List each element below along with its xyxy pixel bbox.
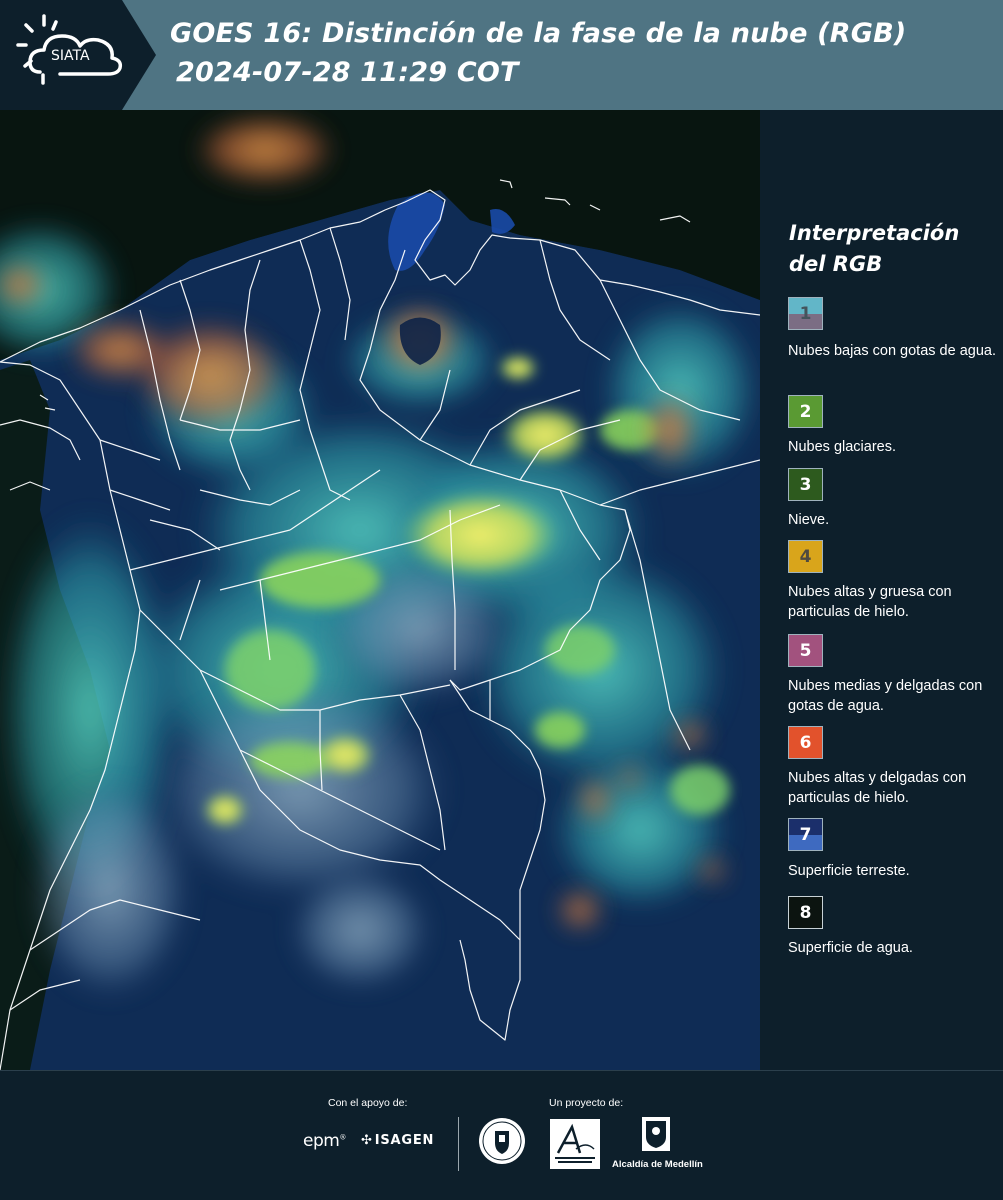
legend-swatch-4: 4 (788, 540, 823, 573)
epm-logo[interactable]: epm® (303, 1131, 346, 1151)
legend-swatch-3: 3 (788, 468, 823, 501)
legend-label-8: Superficie de agua. (788, 940, 913, 956)
legend-swatch-1: 1 (788, 297, 823, 330)
legend-panel: Interpretación del RGB 1 Nubes bajas con… (760, 110, 1003, 1070)
map-timestamp: 2024-07-28 11:29 COT (176, 57, 519, 88)
legend-label-1: Nubes bajas con gotas de agua. (788, 343, 996, 359)
project-label: Un proyecto de: (549, 1097, 624, 1109)
medellin-seal-icon[interactable] (478, 1117, 526, 1165)
siata-logo[interactable]: SIATA (0, 0, 156, 110)
footer: Con el apoyo de: Un proyecto de: epm® ✣ I… (0, 1070, 1003, 1200)
legend-label-6: Nubes altas y delgadas con particulas de… (788, 770, 967, 806)
isagen-logo[interactable]: ✣ ISAGEN (361, 1133, 434, 1148)
map-title: GOES 16: Distinción de la fase de la nub… (170, 18, 907, 49)
legend-title: Interpretación del RGB (789, 221, 960, 276)
isagen-icon: ✣ (361, 1133, 373, 1148)
satellite-rgb-map[interactable] (0, 110, 760, 1070)
legend-label-3: Nieve. (788, 512, 830, 528)
support-label: Con el apoyo de: (328, 1097, 408, 1109)
legend-label-7: Superficie terreste. (788, 863, 910, 879)
legend-label-4: Nubes altas y gruesa con particulas de h… (788, 584, 952, 620)
svg-text:SIATA: SIATA (51, 48, 90, 64)
alcaldia-label: Alcaldía de Medellín (612, 1159, 703, 1170)
legend-swatch-8: 8 (788, 896, 823, 929)
footer-divider (458, 1117, 459, 1171)
satellite-image (0, 110, 760, 1070)
legend-label-2: Nubes glaciares. (788, 439, 896, 455)
amva-logo-icon[interactable] (550, 1119, 600, 1169)
legend-swatch-5: 5 (788, 634, 823, 667)
legend-swatch-2: 2 (788, 395, 823, 428)
header-bar: SIATA GOES 16: Distinción de la fase de … (0, 0, 1003, 110)
siata-logo-icon: SIATA (0, 0, 156, 110)
legend-label-5: Nubes medias y delgadas con gotas de agu… (788, 678, 983, 714)
legend-swatch-6: 6 (788, 726, 823, 759)
legend-swatch-7: 7 (788, 818, 823, 851)
